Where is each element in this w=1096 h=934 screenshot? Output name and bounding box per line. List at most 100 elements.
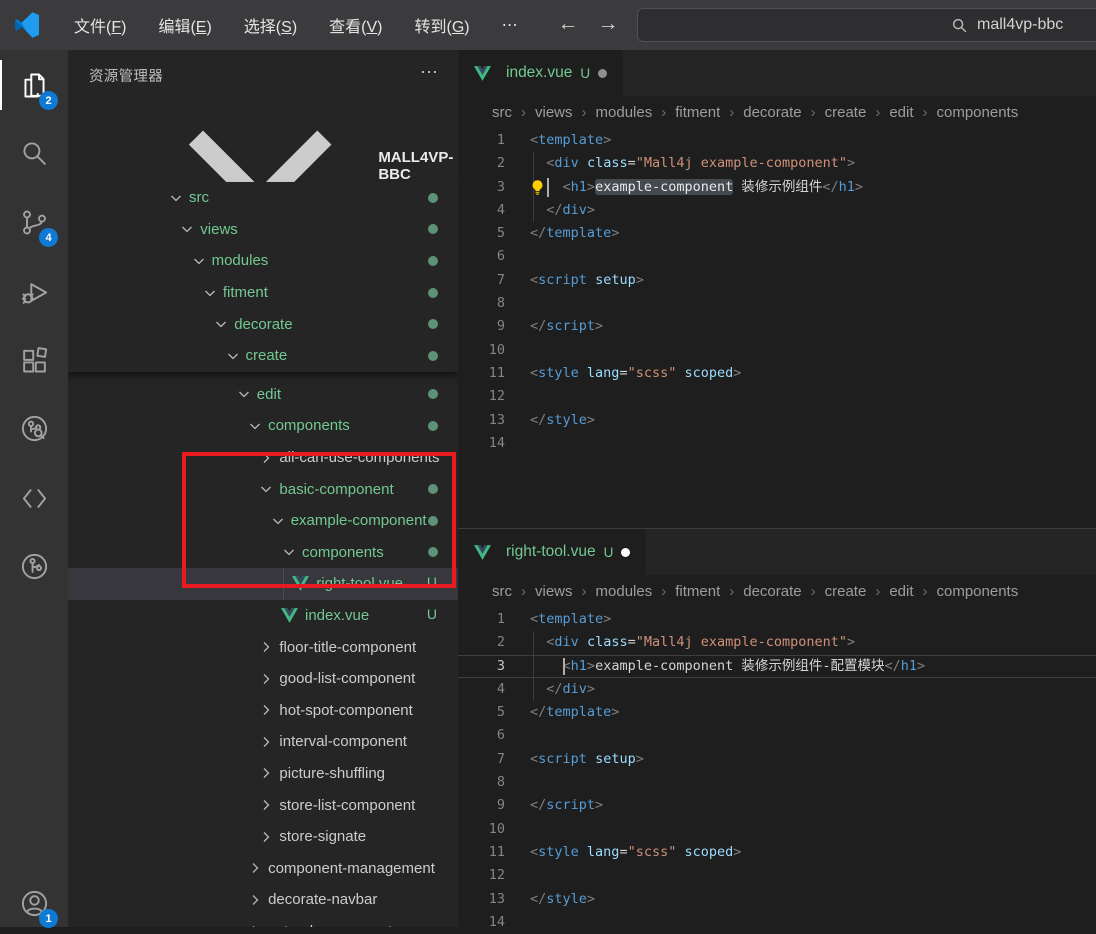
activitybar-extensions[interactable] bbox=[0, 329, 68, 391]
tree-item-store-signate[interactable]: store-signate bbox=[68, 821, 458, 853]
code-line-5[interactable]: 5</template> bbox=[458, 701, 1096, 724]
menu-f[interactable]: 文件(F) bbox=[62, 9, 138, 41]
tree-item-interval-component[interactable]: interval-component bbox=[68, 726, 458, 758]
tab-dirty-dot[interactable] bbox=[621, 548, 630, 557]
breadcrumb-decorate[interactable]: decorate bbox=[743, 104, 801, 121]
activitybar-code-tool[interactable] bbox=[0, 467, 68, 529]
tree-item-fitment[interactable]: fitment bbox=[68, 277, 458, 309]
code-line-4[interactable]: 4 </div> bbox=[458, 678, 1096, 701]
breadcrumb-edit[interactable]: edit bbox=[889, 104, 913, 121]
code-line-2[interactable]: 2 <div class="Mall4j example-component"> bbox=[458, 152, 1096, 175]
code-line-8[interactable]: 8 bbox=[458, 771, 1096, 794]
code-line-3[interactable]: 3 <h1>example-component 装修示例组件-配置模块</h1> bbox=[458, 655, 1096, 678]
tree-item-component-management[interactable]: component-management bbox=[68, 852, 458, 884]
code-line-6[interactable]: 6 bbox=[458, 724, 1096, 747]
tree-item-extend-component[interactable]: extend-component bbox=[68, 916, 458, 927]
code-line-6[interactable]: 6 bbox=[458, 245, 1096, 268]
code-line-9[interactable]: 9</script> bbox=[458, 794, 1096, 817]
menu-s[interactable]: 选择(S) bbox=[232, 9, 309, 41]
menu-more-button[interactable]: ⋯ bbox=[490, 11, 530, 39]
tree-item-index-vue[interactable]: index.vueU bbox=[68, 600, 458, 632]
breadcrumb-views[interactable]: views bbox=[535, 583, 573, 600]
activitybar-git-graph[interactable] bbox=[0, 397, 68, 459]
breadcrumb-edit[interactable]: edit bbox=[889, 583, 913, 600]
tab-right-tool-vue[interactable]: right-tool.vue U bbox=[458, 529, 646, 575]
code-line-3[interactable]: 3 <h1>example-component 装修示例组件</h1> bbox=[458, 176, 1096, 199]
tree-item-picture-shuffling[interactable]: picture-shuffling bbox=[68, 758, 458, 790]
breadcrumb-fitment[interactable]: fitment bbox=[675, 104, 720, 121]
breadcrumb-modules[interactable]: modules bbox=[596, 583, 653, 600]
tree-item-example-component[interactable]: example-component bbox=[68, 505, 458, 537]
tree-item-src[interactable]: src bbox=[68, 182, 458, 214]
tree-item-good-list-component[interactable]: good-list-component bbox=[68, 663, 458, 695]
breadcrumb-src[interactable]: src bbox=[492, 104, 512, 121]
breadcrumb-views[interactable]: views bbox=[535, 104, 573, 121]
code-line-1[interactable]: 1<template> bbox=[458, 129, 1096, 152]
chevron-right-icon bbox=[247, 923, 263, 927]
code-line-8[interactable]: 8 bbox=[458, 292, 1096, 315]
tree-item-modules[interactable]: modules bbox=[68, 245, 458, 277]
code-editor-bottom[interactable]: 1<template>2 <div class="Mall4j example-… bbox=[458, 608, 1096, 927]
line-number: 7 bbox=[458, 269, 530, 292]
breadcrumb-create[interactable]: create bbox=[825, 583, 867, 600]
code-line-11[interactable]: 11<style lang="scss" scoped> bbox=[458, 362, 1096, 385]
code-line-13[interactable]: 13</style> bbox=[458, 409, 1096, 432]
tree-item-views[interactable]: views bbox=[68, 214, 458, 246]
git-modified-dot bbox=[428, 319, 438, 329]
nav-back-button[interactable]: ← bbox=[553, 9, 583, 39]
breadcrumb-components[interactable]: components bbox=[937, 104, 1019, 121]
lightbulb-icon[interactable] bbox=[529, 179, 546, 196]
vscode-logo-icon bbox=[14, 12, 40, 38]
code-line-10[interactable]: 10 bbox=[458, 818, 1096, 841]
activitybar-source-control[interactable]: 4 bbox=[0, 191, 68, 253]
tree-item-right-tool-vue[interactable]: right-tool.vueU bbox=[68, 568, 458, 600]
breadcrumb-decorate[interactable]: decorate bbox=[743, 583, 801, 600]
menu-e[interactable]: 编辑(E) bbox=[146, 9, 223, 41]
activitybar-accounts[interactable]: 1 bbox=[0, 872, 68, 934]
breadcrumb-create[interactable]: create bbox=[825, 104, 867, 121]
breadcrumb-fitment[interactable]: fitment bbox=[675, 583, 720, 600]
tree-item-decorate[interactable]: decorate bbox=[68, 308, 458, 340]
activitybar-project-graph[interactable] bbox=[0, 535, 68, 597]
code-line-9[interactable]: 9</script> bbox=[458, 315, 1096, 338]
nav-forward-button[interactable]: → bbox=[593, 9, 623, 39]
tab-dirty-dot[interactable] bbox=[598, 69, 607, 78]
tree-item-create[interactable]: create bbox=[68, 340, 458, 372]
debug-icon bbox=[19, 277, 50, 308]
tree-item-edit[interactable]: edit bbox=[68, 379, 458, 411]
menu-v[interactable]: 查看(V) bbox=[317, 9, 394, 41]
code-line-2[interactable]: 2 <div class="Mall4j example-component"> bbox=[458, 631, 1096, 654]
tab-index-vue[interactable]: index.vue U bbox=[458, 50, 623, 96]
code-line-5[interactable]: 5</template> bbox=[458, 222, 1096, 245]
breadcrumb-modules[interactable]: modules bbox=[596, 104, 653, 121]
activitybar-explorer[interactable]: 2 bbox=[0, 54, 68, 116]
code-line-4[interactable]: 4 </div> bbox=[458, 199, 1096, 222]
code-line-14[interactable]: 14 bbox=[458, 911, 1096, 927]
command-center-search[interactable]: mall4vp-bbc bbox=[637, 8, 1096, 42]
code-line-13[interactable]: 13</style> bbox=[458, 888, 1096, 911]
code-line-12[interactable]: 12 bbox=[458, 385, 1096, 408]
tree-item-basic-component[interactable]: basic-component bbox=[68, 473, 458, 505]
activitybar-run-and-debug[interactable] bbox=[0, 261, 68, 323]
code-line-12[interactable]: 12 bbox=[458, 864, 1096, 887]
code-line-10[interactable]: 10 bbox=[458, 339, 1096, 362]
tree-item-hot-spot-component[interactable]: hot-spot-component bbox=[68, 695, 458, 727]
code-editor-top[interactable]: 1<template>2 <div class="Mall4j example-… bbox=[458, 129, 1096, 455]
code-line-11[interactable]: 11<style lang="scss" scoped> bbox=[458, 841, 1096, 864]
code-line-7[interactable]: 7<script setup> bbox=[458, 269, 1096, 292]
tree-item-components[interactable]: components bbox=[68, 537, 458, 569]
tree-item-store-list-component[interactable]: store-list-component bbox=[68, 789, 458, 821]
code-line-7[interactable]: 7<script setup> bbox=[458, 748, 1096, 771]
tree-item-all-can-use-components[interactable]: all-can-use-components bbox=[68, 442, 458, 474]
code-line-1[interactable]: 1<template> bbox=[458, 608, 1096, 631]
tree-item-components[interactable]: components bbox=[68, 410, 458, 442]
tree-item-floor-title-component[interactable]: floor-title-component bbox=[68, 631, 458, 663]
menu-g[interactable]: 转到(G) bbox=[402, 9, 481, 41]
tree-item-decorate-navbar[interactable]: decorate-navbar bbox=[68, 884, 458, 916]
breadcrumb-components[interactable]: components bbox=[937, 583, 1019, 600]
activitybar-search[interactable] bbox=[0, 122, 68, 184]
breadcrumb-src[interactable]: src bbox=[492, 583, 512, 600]
explorer-more-actions-button[interactable]: ⋯ bbox=[420, 62, 440, 83]
code-line-14[interactable]: 14 bbox=[458, 432, 1096, 455]
tree-root-mall4vp-bbc[interactable]: MALL4VP-BBC bbox=[68, 150, 458, 182]
